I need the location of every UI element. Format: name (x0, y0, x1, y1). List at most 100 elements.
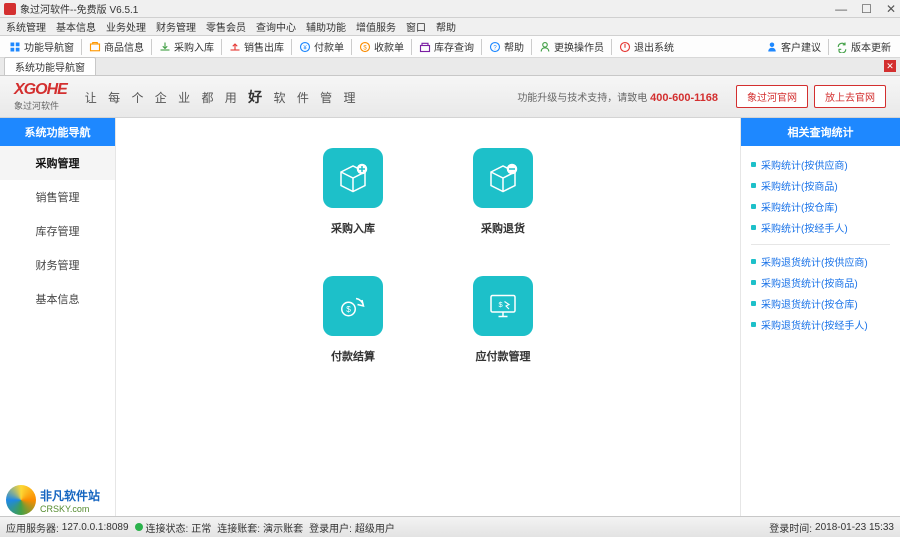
slogan: 让 每 个 企 业 都 用 好 软 件 管 理 (85, 87, 360, 107)
card-purchase-return[interactable]: 采购退货 (473, 148, 533, 236)
stat-link[interactable]: 采购统计(按经手人) (751, 217, 890, 238)
logo: XGOHE 象过河软件 (14, 81, 67, 112)
menu-item[interactable]: 辅助功能 (306, 19, 346, 34)
tool-switch-user[interactable]: 更换操作员 (534, 37, 609, 57)
menu-item[interactable]: 帮助 (436, 19, 456, 34)
tabstrip-close-icon[interactable]: ✕ (884, 60, 896, 72)
tool-update[interactable]: 版本更新 (831, 37, 896, 57)
sidebar-item-purchase[interactable]: 采购管理 (0, 146, 115, 180)
stock-query-icon (419, 41, 431, 53)
titlebar: 象过河软件--免费版 V6.5.1 — ☐ ✕ (0, 0, 900, 18)
svg-text:?: ? (493, 45, 497, 51)
status-conn: 连接状态: 正常 (135, 520, 212, 535)
menu-item[interactable]: 基本信息 (56, 19, 96, 34)
logo-subtitle: 象过河软件 (14, 99, 67, 112)
card-label: 应付款管理 (476, 348, 531, 364)
main-area: 采购入库 采购退货 $ 付款结算 $ 应付款管理 (116, 118, 740, 516)
menu-item[interactable]: 增值服务 (356, 19, 396, 34)
status-user: 登录用户: 超级用户 (309, 520, 395, 535)
sidebar-item-sales[interactable]: 销售管理 (0, 180, 115, 214)
body: 系统功能导航 采购管理 销售管理 库存管理 财务管理 基本信息 采购入库 采购退… (0, 118, 900, 516)
switch-user-icon (539, 41, 551, 53)
card-label: 采购入库 (331, 220, 375, 236)
card-label: 付款结算 (331, 348, 375, 364)
sidebar-head: 系统功能导航 (0, 118, 115, 146)
banner: XGOHE 象过河软件 让 每 个 企 业 都 用 好 软 件 管 理 功能升级… (0, 76, 900, 118)
box-plus-icon (335, 160, 371, 196)
tool-exit[interactable]: 退出系统 (614, 37, 679, 57)
toolbar: 功能导航窗 商品信息 采购入库 销售出库 ¥付款单 $收款单 库存查询 ?帮助 … (0, 36, 900, 58)
sidebar-item-basic[interactable]: 基本信息 (0, 282, 115, 316)
screen-money-icon: $ (485, 288, 521, 324)
tool-payment[interactable]: ¥付款单 (294, 37, 349, 57)
menu-item[interactable]: 业务处理 (106, 19, 146, 34)
watermark: 非凡软件站 CRSKY.com (6, 485, 100, 515)
banner-btn-official[interactable]: 象过河官网 (736, 85, 808, 108)
window-title: 象过河软件--免费版 V6.5.1 (20, 1, 835, 16)
card-payable-manage[interactable]: $ 应付款管理 (473, 276, 533, 364)
stat-link[interactable]: 采购统计(按仓库) (751, 196, 890, 217)
feedback-icon (766, 41, 778, 53)
card-purchase-in[interactable]: 采购入库 (323, 148, 383, 236)
svg-text:¥: ¥ (303, 45, 307, 51)
sidebar-right: 相关查询统计 采购统计(按供应商) 采购统计(按商品) 采购统计(按仓库) 采购… (740, 118, 900, 516)
purchase-in-icon (159, 41, 171, 53)
menu-item[interactable]: 零售会员 (206, 19, 246, 34)
watermark-icon (6, 485, 36, 515)
stat-link[interactable]: 采购统计(按供应商) (751, 154, 890, 175)
status-account: 连接账套: 演示账套 (217, 520, 303, 535)
tabstrip: 系统功能导航窗 ✕ (0, 58, 900, 76)
svg-text:$: $ (499, 300, 504, 309)
stat-link[interactable]: 采购统计(按商品) (751, 175, 890, 196)
stat-link[interactable]: 采购退货统计(按商品) (751, 272, 890, 293)
payment-icon: ¥ (299, 41, 311, 53)
sidebar-item-finance[interactable]: 财务管理 (0, 248, 115, 282)
tool-receipt[interactable]: $收款单 (354, 37, 409, 57)
status-time: 登录时间: 2018-01-23 15:33 (769, 520, 894, 535)
logo-text: XGOHE (14, 81, 67, 99)
support-text: 功能升级与技术支持，请致电 400-600-1168 (517, 89, 718, 104)
menubar: 系统管理 基本信息 业务处理 财务管理 零售会员 查询中心 辅助功能 增值服务 … (0, 18, 900, 36)
watermark-url: CRSKY.com (40, 504, 100, 514)
tool-stock-query[interactable]: 库存查询 (414, 37, 479, 57)
maximize-button[interactable]: ☐ (861, 2, 872, 16)
rightbar-head: 相关查询统计 (741, 118, 900, 146)
stat-link[interactable]: 采购退货统计(按供应商) (751, 251, 890, 272)
stat-link[interactable]: 采购退货统计(按仓库) (751, 293, 890, 314)
divider (751, 244, 890, 245)
receipt-icon: $ (359, 41, 371, 53)
statusbar: 应用服务器: 127.0.0.1:8089 连接状态: 正常 连接账套: 演示账… (0, 516, 900, 537)
nav-icon (9, 41, 21, 53)
update-icon (836, 41, 848, 53)
menu-item[interactable]: 系统管理 (6, 19, 46, 34)
menu-item[interactable]: 查询中心 (256, 19, 296, 34)
stat-link[interactable]: 采购退货统计(按经手人) (751, 314, 890, 335)
sidebar-left: 系统功能导航 采购管理 销售管理 库存管理 财务管理 基本信息 (0, 118, 116, 516)
exit-icon (619, 41, 631, 53)
tool-purchase-in[interactable]: 采购入库 (154, 37, 219, 57)
sale-out-icon (229, 41, 241, 53)
tool-nav[interactable]: 功能导航窗 (4, 37, 79, 57)
watermark-name: 非凡软件站 (40, 487, 100, 504)
tab-active[interactable]: 系统功能导航窗 (4, 57, 96, 75)
money-cycle-icon: $ (335, 288, 371, 324)
card-label: 采购退货 (481, 220, 525, 236)
tool-feedback[interactable]: 客户建议 (761, 37, 826, 57)
tool-goods[interactable]: 商品信息 (84, 37, 149, 57)
goods-icon (89, 41, 101, 53)
status-server: 应用服务器: 127.0.0.1:8089 (6, 520, 129, 535)
app-icon (4, 3, 16, 15)
menu-item[interactable]: 财务管理 (156, 19, 196, 34)
minimize-button[interactable]: — (835, 2, 847, 16)
banner-btn-alt[interactable]: 放上去官网 (814, 85, 886, 108)
tool-sale-out[interactable]: 销售出库 (224, 37, 289, 57)
svg-text:$: $ (363, 45, 367, 51)
tool-help[interactable]: ?帮助 (484, 37, 529, 57)
card-payment-settle[interactable]: $ 付款结算 (323, 276, 383, 364)
help-icon: ? (489, 41, 501, 53)
menu-item[interactable]: 窗口 (406, 19, 426, 34)
sidebar-item-stock[interactable]: 库存管理 (0, 214, 115, 248)
close-button[interactable]: ✕ (886, 2, 896, 16)
status-dot-icon (135, 523, 143, 531)
svg-text:$: $ (346, 305, 351, 314)
